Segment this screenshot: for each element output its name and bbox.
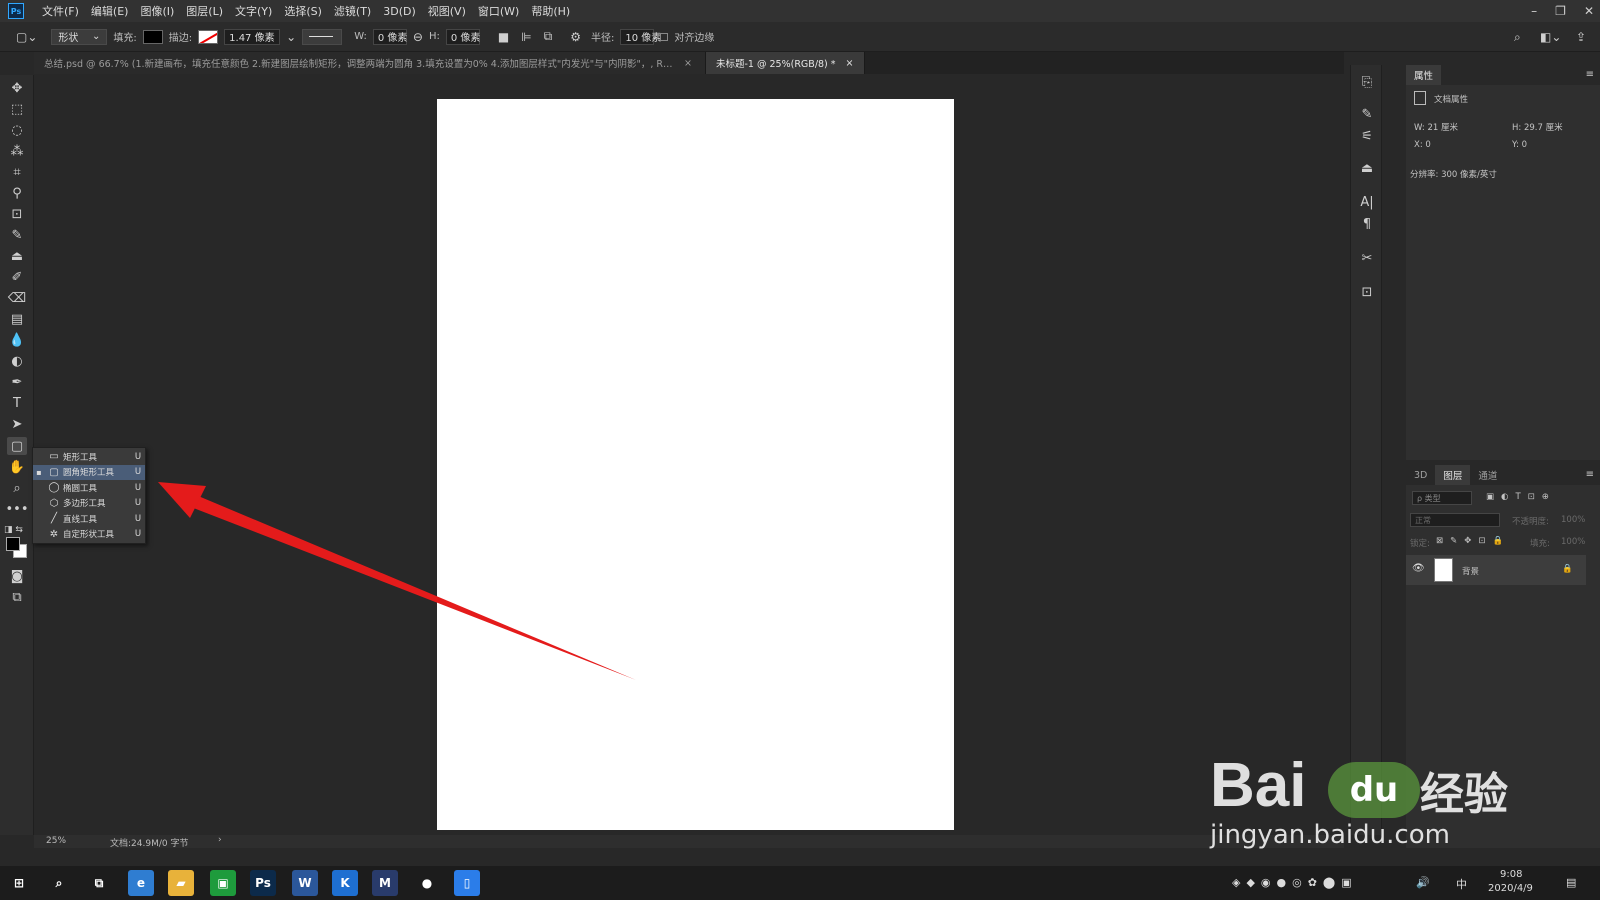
blend-mode-dropdown[interactable]: 正常 <box>1410 513 1500 527</box>
tab-3d[interactable]: 3D <box>1406 465 1435 485</box>
taskbar-search[interactable]: ⌕ <box>46 870 72 896</box>
doc-resolution: 分辨率: 300 像素/英寸 <box>1410 170 1497 180</box>
layer-name: 背景 <box>1462 567 1480 577</box>
taskbar-app-blue[interactable]: ▯ <box>454 870 480 896</box>
doc-x: X: 0 <box>1414 140 1431 150</box>
taskbar-kugou[interactable]: K <box>332 870 358 896</box>
flyout-item-polygon[interactable]: ⬡ 多边形工具 U <box>33 496 145 512</box>
properties-title: 文档属性 <box>1434 95 1469 105</box>
taskbar-green-app[interactable]: ▣ <box>210 870 236 896</box>
libraries-icon[interactable]: ⊡ <box>1357 283 1377 301</box>
status-menu-arrow[interactable]: › <box>218 835 222 845</box>
taskbar-explorer[interactable]: ▰ <box>168 870 194 896</box>
layer-thumbnail <box>1434 558 1453 582</box>
tray-icons[interactable]: ◈◆◉●◎✿⬤▣ <box>1232 876 1358 889</box>
layers-tab-row: 3D 图层 通道 ≡ <box>1406 465 1600 485</box>
eye-icon[interactable]: 👁 <box>1412 563 1425 574</box>
shortcut-key: U <box>134 529 142 540</box>
flyout-item-label: 椭圆工具 <box>63 483 98 494</box>
clock-time[interactable]: 9:08 <box>1500 869 1522 880</box>
fill-opacity-label: 填充: <box>1530 539 1550 549</box>
shortcut-key: U <box>134 482 142 493</box>
selected-bullet: ▪ <box>36 467 42 477</box>
taskbar-photoshop[interactable]: Ps <box>250 870 276 896</box>
layer-filter-dropdown[interactable]: ρ 类型 <box>1412 491 1472 505</box>
layer-row-background[interactable]: 👁 背景 🔒 <box>1406 555 1586 585</box>
arrow-head <box>158 482 206 518</box>
taskbar-edge[interactable]: e <box>128 870 154 896</box>
flyout-item-rectangle[interactable]: ▭ 矩形工具 U <box>33 449 145 465</box>
line-icon: ╱ <box>50 513 58 525</box>
foreground-color-swatch[interactable] <box>6 537 20 551</box>
rectangle-icon: ▭ <box>49 451 59 463</box>
clone-source-icon[interactable]: ⏏ <box>1357 159 1377 177</box>
rounded-rectangle-icon: ▢ <box>49 466 59 478</box>
flyout-item-label: 矩形工具 <box>63 452 98 463</box>
lock-icons[interactable]: ⊠✎✥⊡🔒 <box>1436 536 1510 546</box>
blend-mode-value: 正常 <box>1415 515 1431 525</box>
layer-filter-icons[interactable]: ▣◐T⊡⊕ <box>1486 492 1556 502</box>
shortcut-key: U <box>134 467 142 478</box>
windows-taskbar: ⊞ ⌕ ⧉ e ▰ ▣ Ps W K M ● ▯ ◈◆◉●◎✿⬤▣ 🔊 中 9:08 2020/4/9… <box>0 866 1600 900</box>
properties-panel: 属性 ≡ 文档属性 W: 21 厘米 H: 29.7 厘米 X: 0 Y: 0 … <box>1406 65 1600 460</box>
tab-layers[interactable]: 图层 <box>1435 465 1471 485</box>
doc-width: W: 21 厘米 <box>1414 123 1458 133</box>
custom-shape-icon: ✲ <box>49 528 59 540</box>
lock-label: 锁定: <box>1410 539 1430 549</box>
character-panel-icon[interactable]: A| <box>1357 193 1377 211</box>
brush-settings-icon[interactable]: ✎ <box>1357 105 1377 123</box>
flyout-item-custom-shape[interactable]: ✲ 自定形状工具 U <box>33 527 145 543</box>
ellipse-icon: ◯ <box>48 482 60 494</box>
panel-menu-icon[interactable]: ≡ <box>1586 469 1594 480</box>
polygon-icon: ⬡ <box>49 497 59 509</box>
history-panel-icon[interactable]: ⎘ <box>1357 73 1377 91</box>
fill-opacity-value[interactable]: 100% <box>1561 537 1585 547</box>
doc-y: Y: 0 <box>1512 140 1528 150</box>
watermark-brand: Bai <box>1210 751 1307 820</box>
taskbar-xmind[interactable]: M <box>372 870 398 896</box>
volume-icon[interactable]: 🔊 <box>1416 876 1430 889</box>
shape-tools-flyout: ▭ 矩形工具 U ▪ ▢ 圆角矩形工具 U ◯ 椭圆工具 U ⬡ 多边形工具 U ╱ 直线工具 U ✲ 自定形状工… <box>32 447 146 544</box>
shortcut-key: U <box>134 498 142 509</box>
doc-height: H: 29.7 厘米 <box>1512 123 1563 133</box>
flyout-item-rounded-rectangle[interactable]: ▪ ▢ 圆角矩形工具 U <box>33 464 145 480</box>
taskbar-word[interactable]: W <box>292 870 318 896</box>
tab-properties[interactable]: 属性 <box>1406 65 1442 85</box>
adjustments-icon[interactable]: ⚟ <box>1357 127 1377 145</box>
watermark-url: jingyan.baidu.com <box>1210 820 1450 850</box>
flyout-item-label: 自定形状工具 <box>63 530 115 541</box>
opacity-label: 不透明度: <box>1512 517 1549 527</box>
watermark-cn: 经验 <box>1420 769 1508 820</box>
opacity-value[interactable]: 100% <box>1561 515 1585 525</box>
notification-icon[interactable]: ▤ <box>1566 876 1576 889</box>
flyout-item-ellipse[interactable]: ◯ 椭圆工具 U <box>33 480 145 496</box>
filter-type-value: ρ 类型 <box>1417 493 1441 503</box>
paragraph-panel-icon[interactable]: ¶ <box>1357 215 1377 233</box>
properties-tab-row: 属性 ≡ <box>1406 65 1600 85</box>
watermark-paw: du <box>1328 762 1420 818</box>
clock-date[interactable]: 2020/4/9 <box>1488 883 1533 894</box>
shortcut-key: U <box>134 451 142 462</box>
tools-presets-icon[interactable]: ✂ <box>1357 249 1377 267</box>
zoom-level[interactable]: 25% <box>46 836 66 846</box>
taskbar-wechat[interactable]: ● <box>414 870 440 896</box>
baidu-watermark: Bai du 经验 jingyan.baidu.com <box>1210 720 1510 850</box>
ime-indicator[interactable]: 中 <box>1456 876 1467 892</box>
document-icon <box>1414 91 1426 105</box>
tab-channels[interactable]: 通道 <box>1470 465 1505 485</box>
shortcut-key: U <box>134 513 142 524</box>
flyout-item-label: 直线工具 <box>63 514 98 525</box>
arrow-shaft <box>178 490 636 680</box>
status-bar: 25% 文档:24.9M/0 字节 › <box>34 835 1344 849</box>
panel-menu-icon[interactable]: ≡ <box>1586 69 1594 80</box>
taskbar-start[interactable]: ⊞ <box>6 870 32 896</box>
lock-icon[interactable]: 🔒 <box>1562 564 1573 574</box>
taskbar-taskview[interactable]: ⧉ <box>86 870 112 896</box>
flyout-item-label: 圆角矩形工具 <box>63 468 115 479</box>
flyout-item-line[interactable]: ╱ 直线工具 U <box>33 511 145 527</box>
document-size: 文档:24.9M/0 字节 <box>110 839 189 849</box>
flyout-item-label: 多边形工具 <box>63 499 106 510</box>
